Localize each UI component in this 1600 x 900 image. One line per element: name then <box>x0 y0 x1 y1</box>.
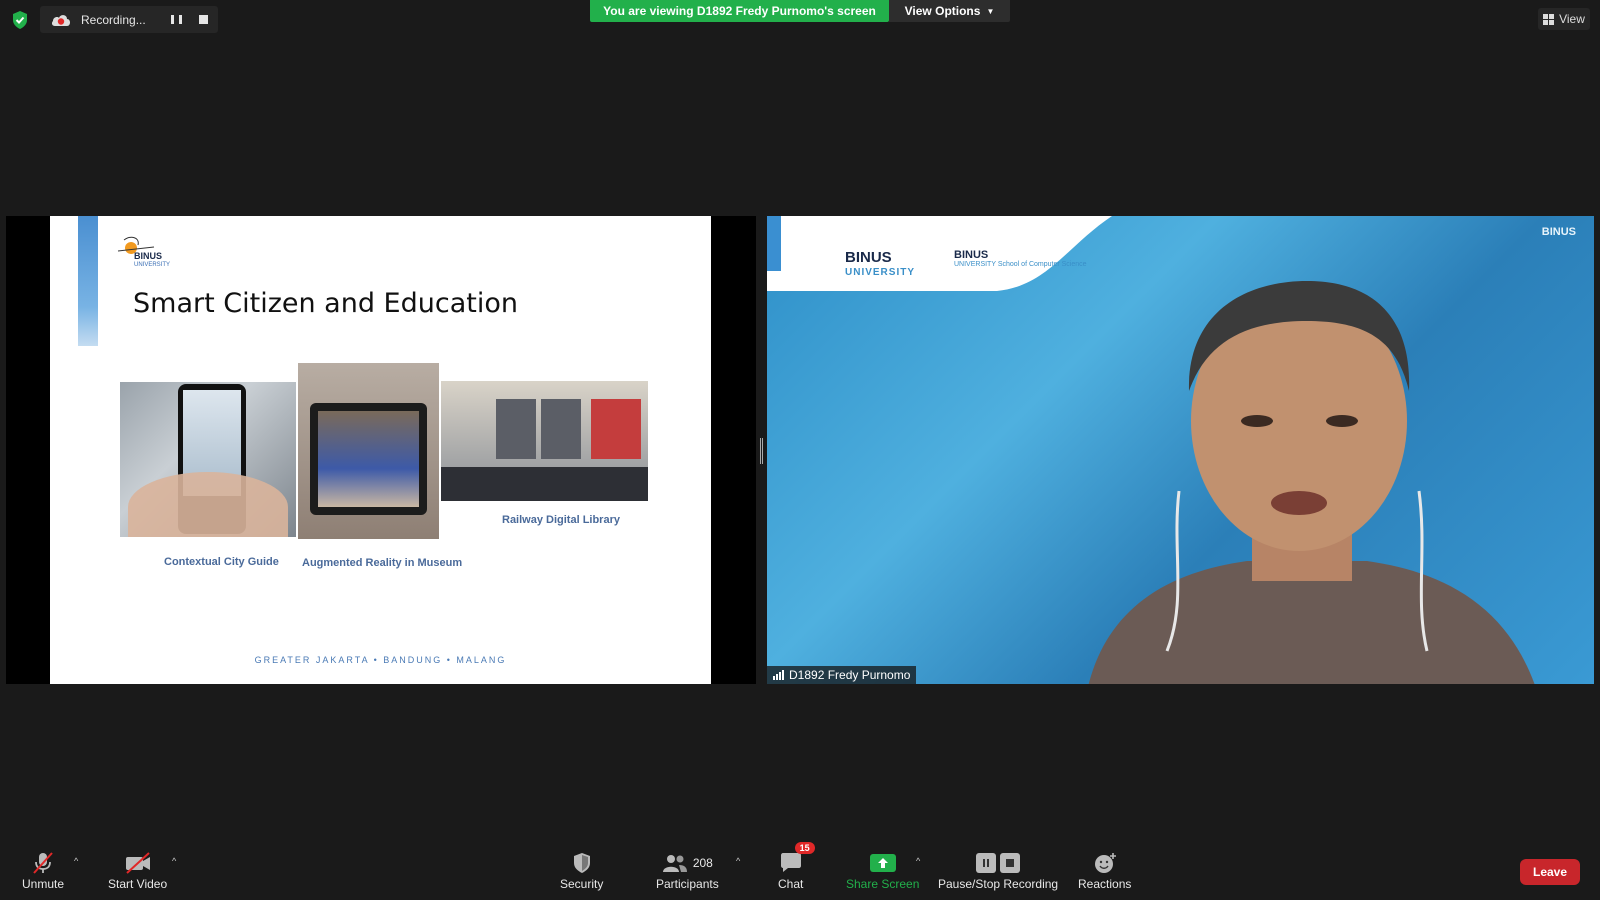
chat-label: Chat <box>778 877 804 891</box>
chat-button[interactable]: 15 Chat <box>778 842 815 891</box>
recording-indicator: Recording... <box>40 6 218 33</box>
pause-icon <box>976 853 997 873</box>
caption-museum-ar: Augmented Reality in Museum <box>302 557 463 569</box>
shield-icon <box>573 853 590 873</box>
reactions-label: Reactions <box>1078 877 1132 891</box>
stop-recording-icon[interactable] <box>199 15 208 24</box>
share-options-caret-icon[interactable]: ^ <box>916 856 920 866</box>
viewing-screen-banner: You are viewing D1892 Fredy Purnomo's sc… <box>590 0 889 22</box>
caption-railway-library: Railway Digital Library <box>502 514 620 526</box>
tablet-image <box>310 403 427 515</box>
slide-footer: GREATER JAKARTA • BANDUNG • MALANG <box>254 655 507 665</box>
slide-logo-text: BINUS UNIVERSITY <box>134 252 170 270</box>
speaker-image <box>1088 281 1535 684</box>
presentation-slide: BINUS UNIVERSITY Smart Citizen and Educa… <box>50 216 711 684</box>
participants-button[interactable]: 208 Participants <box>656 850 719 891</box>
security-label: Security <box>560 877 604 891</box>
unmute-button[interactable]: Unmute <box>22 850 64 891</box>
audio-options-caret-icon[interactable]: ^ <box>74 856 78 866</box>
pause-stop-label: Pause/Stop Recording <box>938 877 1059 891</box>
video-corner-logo: BINUS <box>1541 226 1576 238</box>
view-options-label: View Options <box>904 4 981 18</box>
emoji-plus-icon <box>1094 853 1116 873</box>
shield-check-icon[interactable] <box>10 10 30 30</box>
participant-name: D1892 Fredy Purnomo <box>789 668 911 682</box>
start-video-label: Start Video <box>108 877 168 891</box>
pause-recording-icon[interactable] <box>171 14 182 25</box>
recording-label: Recording... <box>81 12 146 27</box>
participants-count: 208 <box>692 856 713 870</box>
video-logo-soc: BINUS UNIVERSITY School of Computer Scie… <box>954 250 1087 270</box>
chevron-down-icon: ▼ <box>986 6 995 16</box>
chat-unread-badge: 15 <box>794 842 815 854</box>
share-screen-label: Share Screen <box>846 877 920 891</box>
security-button[interactable]: Security <box>560 850 603 891</box>
cloud-record-icon <box>51 14 70 26</box>
view-button[interactable]: View <box>1538 8 1590 30</box>
meeting-toolbar: Unmute ^ Start Video ^ Security 208 Part… <box>0 838 1600 900</box>
zoom-meeting-window: Recording... You are viewing D1892 Fredy… <box>0 0 1600 900</box>
grid-icon <box>1543 13 1555 25</box>
caption-city-guide: Contextual City Guide <box>164 556 279 568</box>
city-guide-photo <box>120 382 296 537</box>
split-drag-handle[interactable] <box>760 438 763 464</box>
reactions-button[interactable]: Reactions <box>1078 850 1131 891</box>
participants-icon <box>662 855 687 872</box>
leave-button[interactable]: Leave <box>1520 859 1580 885</box>
video-logo1-sub: UNIVERSITY <box>845 267 916 278</box>
slide-accent-bar <box>78 216 98 346</box>
pause-stop-recording-button[interactable]: Pause/Stop Recording <box>938 850 1058 891</box>
video-logo2-sub: UNIVERSITY School of Computer Science <box>954 261 1087 268</box>
share-screen-icon <box>869 854 896 872</box>
participants-caret-icon[interactable]: ^ <box>736 856 740 866</box>
shared-screen[interactable]: BINUS UNIVERSITY Smart Citizen and Educa… <box>6 216 756 684</box>
slide-logo-sub: UNIVERSITY <box>134 262 171 268</box>
view-label: View <box>1559 12 1585 26</box>
participant-name-tag: D1892 Fredy Purnomo <box>767 666 917 684</box>
slide-title: Smart Citizen and Education <box>133 288 518 319</box>
muted-mic-icon <box>33 852 53 874</box>
video-logo1-name: BINUS <box>845 249 892 266</box>
start-video-button[interactable]: Start Video <box>108 850 167 891</box>
video-options-caret-icon[interactable]: ^ <box>172 856 176 866</box>
share-screen-button[interactable]: Share Screen <box>846 850 919 891</box>
video-logo-binus: BINUS UNIVERSITY <box>845 250 915 280</box>
participants-label: Participants <box>656 877 719 891</box>
video-off-icon <box>125 852 150 874</box>
view-options-button[interactable]: View Options ▼ <box>889 0 1010 22</box>
unmute-label: Unmute <box>22 877 65 891</box>
chat-bubble-icon <box>780 853 801 872</box>
museum-ar-photo <box>298 363 439 539</box>
participant-video-tile[interactable]: BINUS UNIVERSITY BINUS UNIVERSITY School… <box>767 216 1594 684</box>
railway-library-photo <box>441 381 648 501</box>
signal-strength-icon <box>773 670 784 680</box>
slide-logo-name: BINUS <box>134 251 163 261</box>
stop-icon <box>1000 853 1021 873</box>
